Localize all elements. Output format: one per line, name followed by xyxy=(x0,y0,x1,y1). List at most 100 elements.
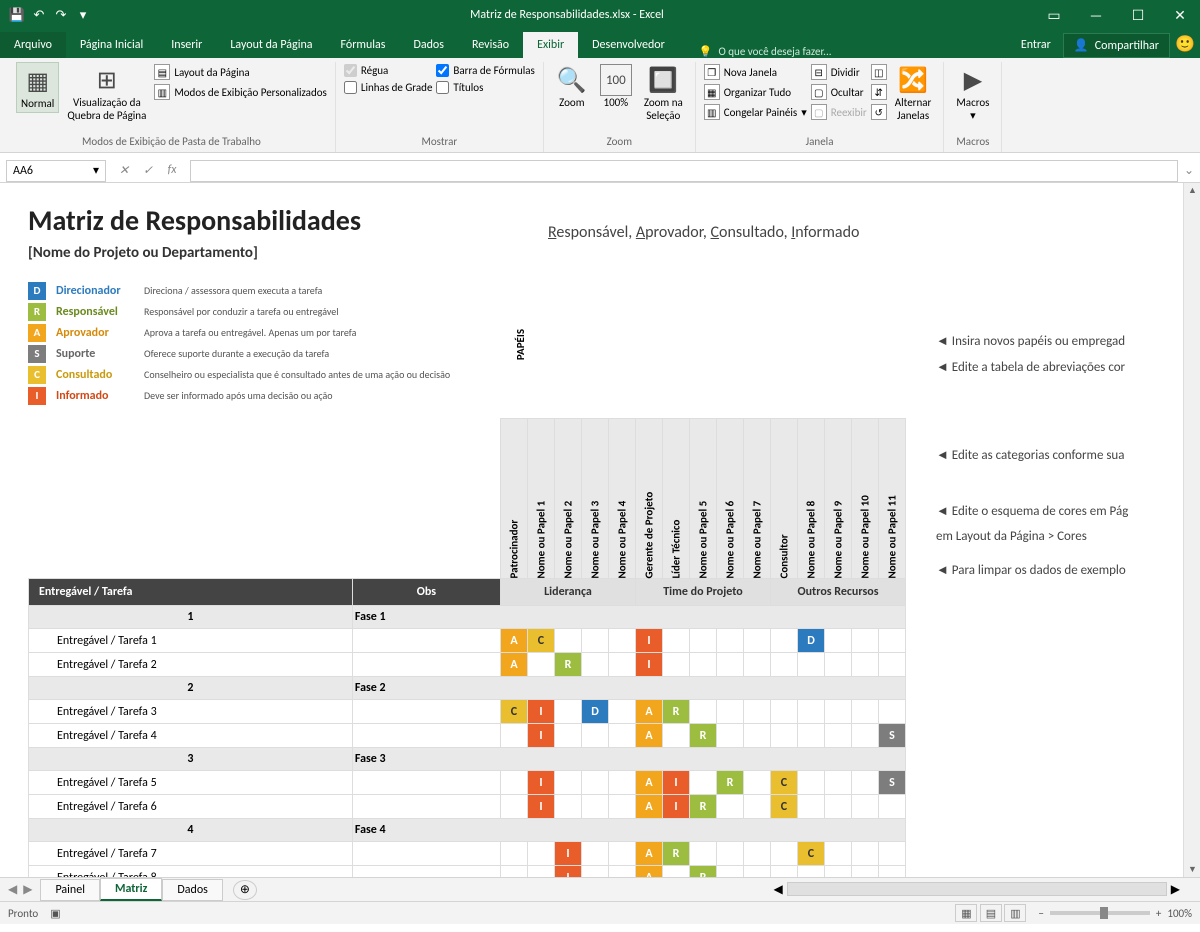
raci-cell[interactable]: I xyxy=(527,724,554,748)
role-header[interactable]: Nome ou Papel 2 xyxy=(554,419,581,579)
raci-cell[interactable] xyxy=(527,653,554,677)
raci-cell[interactable] xyxy=(878,842,905,866)
raci-cell[interactable] xyxy=(608,866,635,878)
tab-view[interactable]: Exibir xyxy=(523,32,578,58)
view-pagebreak-button[interactable]: ⊞ Visualização da Quebra de Página xyxy=(63,62,150,124)
raci-cell[interactable]: R xyxy=(662,842,689,866)
raci-cell[interactable] xyxy=(770,842,797,866)
raci-cell[interactable] xyxy=(797,700,824,724)
ribbon-options-button[interactable]: ▭ xyxy=(1034,0,1074,30)
raci-cell[interactable]: S xyxy=(878,724,905,748)
role-header[interactable]: Nome ou Papel 8 xyxy=(797,419,824,579)
raci-cell[interactable]: I xyxy=(554,842,581,866)
tab-review[interactable]: Revisão xyxy=(458,32,523,58)
raci-cell[interactable]: C xyxy=(500,700,527,724)
zoom-100-button[interactable]: 100100% xyxy=(596,62,636,111)
arrange-all-button[interactable]: ▦Organizar Tudo xyxy=(704,84,807,100)
raci-cell[interactable] xyxy=(608,700,635,724)
raci-cell[interactable] xyxy=(743,629,770,653)
raci-cell[interactable] xyxy=(770,700,797,724)
raci-cell[interactable]: A xyxy=(635,866,662,878)
chk-ruler[interactable]: Régua xyxy=(344,64,433,77)
raci-cell[interactable] xyxy=(554,700,581,724)
close-button[interactable]: ✕ xyxy=(1160,0,1200,30)
raci-cell[interactable] xyxy=(500,771,527,795)
raci-cell[interactable] xyxy=(662,866,689,878)
raci-cell[interactable] xyxy=(824,653,851,677)
raci-cell[interactable] xyxy=(581,653,608,677)
raci-cell[interactable]: I xyxy=(662,771,689,795)
split-button[interactable]: ⊟Dividir xyxy=(811,64,867,80)
hide-button[interactable]: ▢Ocultar xyxy=(811,84,867,100)
raci-cell[interactable] xyxy=(500,866,527,878)
raci-cell[interactable] xyxy=(824,795,851,819)
raci-cell[interactable] xyxy=(689,653,716,677)
share-button[interactable]: 👤 Compartilhar xyxy=(1063,33,1170,58)
task-row[interactable]: Entregável / Tarefa 4IARS xyxy=(29,724,906,748)
raci-cell[interactable]: C xyxy=(770,795,797,819)
raci-cell[interactable]: I xyxy=(635,629,662,653)
raci-cell[interactable] xyxy=(608,771,635,795)
horizontal-scrollbar[interactable] xyxy=(787,882,1167,896)
raci-cell[interactable] xyxy=(743,866,770,878)
add-sheet-button[interactable]: ⊕ xyxy=(233,880,257,900)
raci-cell[interactable]: I xyxy=(527,700,554,724)
role-header[interactable]: Nome ou Papel 10 xyxy=(851,419,878,579)
phase-row[interactable]: 1Fase 1 xyxy=(29,606,906,629)
tab-insert[interactable]: Inserir xyxy=(157,32,216,58)
tell-me-search[interactable]: 💡 O que você deseja fazer... xyxy=(699,45,832,58)
raci-cell[interactable]: C xyxy=(797,842,824,866)
raci-cell[interactable] xyxy=(527,866,554,878)
raci-cell[interactable] xyxy=(797,866,824,878)
raci-cell[interactable] xyxy=(797,724,824,748)
raci-cell[interactable] xyxy=(824,629,851,653)
freeze-panes-button[interactable]: ▥Congelar Painéis▾ xyxy=(704,104,807,120)
raci-cell[interactable] xyxy=(770,724,797,748)
tab-developer[interactable]: Desenvolvedor xyxy=(578,32,679,58)
raci-cell[interactable]: I xyxy=(662,795,689,819)
raci-cell[interactable] xyxy=(662,629,689,653)
raci-cell[interactable] xyxy=(716,700,743,724)
side-by-side-button[interactable]: ◫ xyxy=(871,64,887,80)
raci-cell[interactable] xyxy=(554,771,581,795)
zoom-in-button[interactable]: + xyxy=(1156,907,1161,920)
raci-cell[interactable]: A xyxy=(635,842,662,866)
name-box[interactable]: AA6▾ xyxy=(6,160,106,182)
role-header[interactable]: Consultor xyxy=(770,419,797,579)
save-button[interactable]: 💾 xyxy=(8,6,26,24)
role-header[interactable]: Nome ou Papel 9 xyxy=(824,419,851,579)
role-header[interactable]: Nome ou Papel 4 xyxy=(608,419,635,579)
raci-cell[interactable] xyxy=(689,700,716,724)
view-normal-button[interactable]: ▦ Normal xyxy=(16,62,59,113)
tab-file[interactable]: Arquivo xyxy=(0,32,66,58)
raci-cell[interactable] xyxy=(851,700,878,724)
task-row[interactable]: Entregável / Tarefa 8IAR xyxy=(29,866,906,878)
raci-cell[interactable] xyxy=(608,795,635,819)
role-header[interactable]: Nome ou Papel 7 xyxy=(743,419,770,579)
raci-cell[interactable]: C xyxy=(770,771,797,795)
raci-cell[interactable] xyxy=(500,842,527,866)
raci-cell[interactable]: I xyxy=(527,771,554,795)
raci-cell[interactable]: S xyxy=(878,771,905,795)
phase-row[interactable]: 2Fase 2 xyxy=(29,677,906,700)
raci-cell[interactable] xyxy=(743,700,770,724)
raci-cell[interactable]: C xyxy=(527,629,554,653)
raci-cell[interactable]: I xyxy=(635,653,662,677)
raci-cell[interactable]: R xyxy=(716,771,743,795)
tab-page-layout[interactable]: Layout da Página xyxy=(216,32,326,58)
raci-cell[interactable] xyxy=(797,771,824,795)
raci-cell[interactable] xyxy=(824,866,851,878)
task-row[interactable]: Entregável / Tarefa 3CIDAR xyxy=(29,700,906,724)
raci-cell[interactable]: R xyxy=(554,653,581,677)
raci-cell[interactable] xyxy=(851,653,878,677)
macro-record-icon[interactable]: ▣ xyxy=(50,907,60,920)
raci-cell[interactable] xyxy=(770,653,797,677)
expand-formula-icon[interactable]: ⌄ xyxy=(1178,163,1200,178)
sheet-nav-next[interactable]: ▶ xyxy=(23,882,32,897)
hscroll-right[interactable]: ▶ xyxy=(1171,882,1180,897)
raci-cell[interactable] xyxy=(743,724,770,748)
raci-cell[interactable] xyxy=(581,795,608,819)
raci-cell[interactable]: A xyxy=(635,771,662,795)
chk-headings[interactable]: Títulos xyxy=(436,81,534,94)
raci-cell[interactable]: R xyxy=(689,866,716,878)
